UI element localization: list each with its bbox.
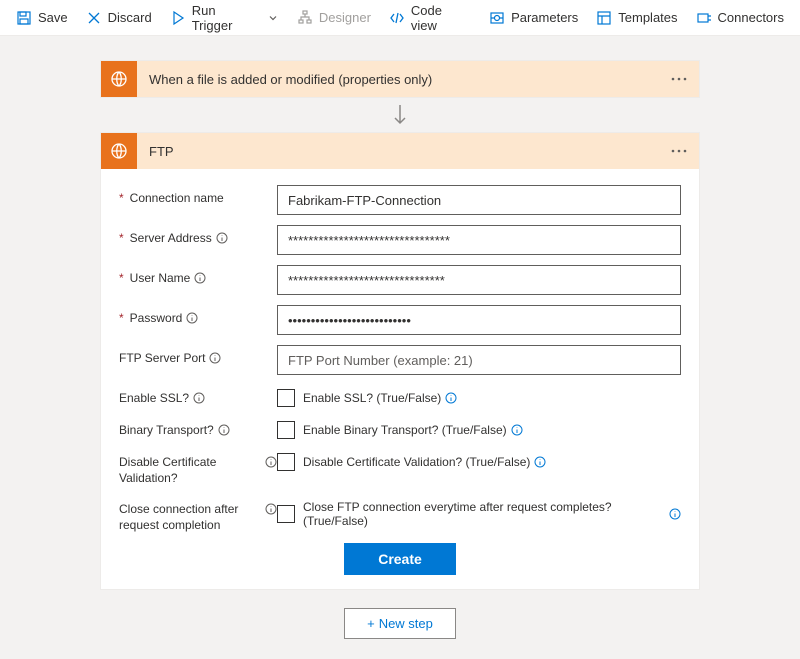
info-icon[interactable]: [265, 456, 277, 468]
close-conn-label: Close connection after request completio…: [119, 496, 277, 533]
code-view-button[interactable]: Code view: [381, 0, 479, 37]
info-icon[interactable]: [265, 503, 277, 515]
ftp-header[interactable]: FTP: [101, 133, 699, 169]
designer-button: Designer: [289, 6, 379, 30]
ftp-title: FTP: [137, 144, 667, 159]
info-icon[interactable]: [216, 232, 228, 244]
password-label: *Password: [119, 305, 277, 327]
info-icon[interactable]: [194, 272, 206, 284]
run-trigger-label: Run Trigger: [192, 3, 259, 33]
ftp-port-row: FTP Server Port: [119, 345, 681, 375]
parameters-icon: [489, 10, 505, 26]
trigger-card[interactable]: When a file is added or modified (proper…: [100, 60, 700, 98]
enable-ssl-label: Enable SSL?: [119, 385, 277, 407]
ftp-connector-icon: [101, 61, 137, 97]
info-icon[interactable]: [669, 508, 681, 520]
ftp-form: *Connection name *Server Address *User N…: [101, 169, 699, 589]
save-button[interactable]: Save: [8, 6, 76, 30]
password-row: *Password: [119, 305, 681, 335]
plus-icon: +: [367, 616, 375, 631]
trigger-title: When a file is added or modified (proper…: [137, 72, 667, 87]
server-address-label: *Server Address: [119, 225, 277, 247]
templates-label: Templates: [618, 10, 677, 25]
new-step-button[interactable]: + New step: [344, 608, 456, 639]
user-name-label: *User Name: [119, 265, 277, 287]
designer-icon: [297, 10, 313, 26]
templates-icon: [596, 10, 612, 26]
templates-button[interactable]: Templates: [588, 6, 685, 30]
connectors-button[interactable]: Connectors: [688, 6, 792, 30]
binary-transport-check-label: Enable Binary Transport? (True/False): [303, 423, 523, 437]
code-view-label: Code view: [411, 3, 471, 33]
run-trigger-button[interactable]: Run Trigger: [162, 0, 287, 37]
code-icon: [389, 10, 405, 26]
enable-ssl-check-label: Enable SSL? (True/False): [303, 391, 457, 405]
connection-name-label: *Connection name: [119, 185, 277, 207]
trigger-menu-button[interactable]: [667, 67, 691, 91]
user-name-input[interactable]: [277, 265, 681, 295]
close-conn-check-label: Close FTP connection everytime after req…: [303, 500, 681, 528]
connectors-label: Connectors: [718, 10, 784, 25]
parameters-button[interactable]: Parameters: [481, 6, 586, 30]
info-icon[interactable]: [209, 352, 221, 364]
discard-button[interactable]: Discard: [78, 6, 160, 30]
discard-label: Discard: [108, 10, 152, 25]
info-icon[interactable]: [445, 392, 457, 404]
discard-icon: [86, 10, 102, 26]
user-name-row: *User Name: [119, 265, 681, 295]
enable-ssl-row: Enable SSL? Enable SSL? (True/False): [119, 385, 681, 407]
parameters-label: Parameters: [511, 10, 578, 25]
trigger-header: When a file is added or modified (proper…: [101, 61, 699, 97]
enable-ssl-checkbox[interactable]: [277, 389, 295, 407]
info-icon[interactable]: [534, 456, 546, 468]
info-icon[interactable]: [186, 312, 198, 324]
info-icon[interactable]: [218, 424, 230, 436]
create-button[interactable]: Create: [344, 543, 456, 575]
binary-transport-row: Binary Transport? Enable Binary Transpor…: [119, 417, 681, 439]
connection-name-input[interactable]: [277, 185, 681, 215]
save-icon: [16, 10, 32, 26]
disable-cert-row: Disable Certificate Validation? Disable …: [119, 449, 681, 486]
designer-canvas: When a file is added or modified (proper…: [0, 36, 800, 659]
password-input[interactable]: [277, 305, 681, 335]
server-address-row: *Server Address: [119, 225, 681, 255]
ftp-port-input[interactable]: [277, 345, 681, 375]
ftp-connector-icon: [101, 133, 137, 169]
flow-arrow-icon: [385, 100, 415, 130]
close-conn-checkbox[interactable]: [277, 505, 295, 523]
ftp-port-label: FTP Server Port: [119, 345, 277, 367]
info-icon[interactable]: [193, 392, 205, 404]
save-label: Save: [38, 10, 68, 25]
disable-cert-check-label: Disable Certificate Validation? (True/Fa…: [303, 455, 546, 469]
designer-label: Designer: [319, 10, 371, 25]
play-icon: [170, 10, 186, 26]
disable-cert-label: Disable Certificate Validation?: [119, 449, 277, 486]
toolbar: Save Discard Run Trigger Designer Code v…: [0, 0, 800, 36]
connection-name-row: *Connection name: [119, 185, 681, 215]
ftp-menu-button[interactable]: [667, 139, 691, 163]
close-conn-row: Close connection after request completio…: [119, 496, 681, 533]
server-address-input[interactable]: [277, 225, 681, 255]
binary-transport-checkbox[interactable]: [277, 421, 295, 439]
connectors-icon: [696, 10, 712, 26]
new-step-label: New step: [379, 616, 433, 631]
disable-cert-checkbox[interactable]: [277, 453, 295, 471]
binary-transport-label: Binary Transport?: [119, 417, 277, 439]
chevron-down-icon: [267, 12, 279, 24]
info-icon[interactable]: [511, 424, 523, 436]
ftp-action-card: FTP *Connection name *Server Address *Us…: [100, 132, 700, 590]
